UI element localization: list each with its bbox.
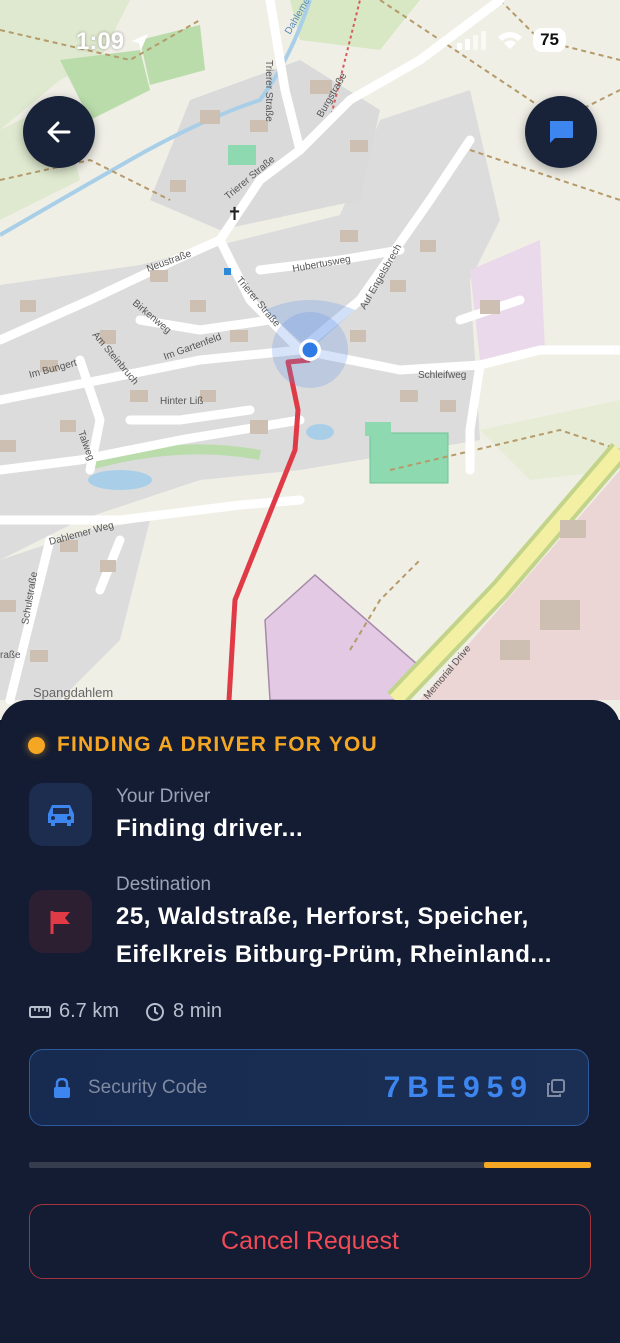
car-icon bbox=[47, 804, 74, 826]
arrow-left-icon bbox=[47, 121, 71, 143]
destination-icon-tile bbox=[29, 890, 92, 953]
security-code-box: Security Code 7BE959 bbox=[29, 1049, 589, 1126]
trip-sheet: FINDING A DRIVER FOR YOU Your Driver Fin… bbox=[0, 700, 620, 1343]
destination-line-2: Eifelkreis Bitburg-Prüm, Rheinland... bbox=[116, 941, 552, 968]
trip-status: FINDING A DRIVER FOR YOU bbox=[28, 733, 378, 757]
street-label: Schleifweg bbox=[418, 370, 466, 381]
current-location-dot bbox=[302, 342, 318, 358]
trip-meta: 6.7 km 8 min bbox=[29, 1000, 222, 1023]
search-progress-fill bbox=[484, 1162, 591, 1168]
chat-button[interactable] bbox=[525, 96, 597, 168]
status-dot bbox=[28, 736, 45, 754]
copy-icon[interactable] bbox=[547, 1079, 565, 1097]
driver-icon-tile bbox=[29, 783, 92, 846]
status-bar: 1:09 75 bbox=[0, 28, 620, 58]
search-progress-bar bbox=[29, 1162, 591, 1168]
battery-indicator: 75 bbox=[533, 28, 566, 52]
back-button[interactable] bbox=[23, 96, 95, 168]
driver-value: Finding driver... bbox=[116, 815, 304, 842]
flag-icon bbox=[50, 910, 70, 934]
church-icon: ✝ bbox=[227, 204, 242, 225]
status-time: 1:09 bbox=[76, 28, 150, 56]
chat-bubble-icon bbox=[550, 121, 573, 143]
street-label: Hinter Liß bbox=[160, 396, 203, 407]
street-label: raße bbox=[0, 650, 21, 661]
location-arrow-icon bbox=[132, 34, 149, 50]
ruler-icon bbox=[29, 1005, 51, 1018]
map-view[interactable]: Trierer Straße Burgstraße Dahlemer Trier… bbox=[0, 0, 620, 720]
cellular-signal-icon bbox=[457, 31, 487, 50]
duration-value: 8 min bbox=[173, 1000, 222, 1022]
poi-icon bbox=[224, 268, 231, 275]
status-icons: 75 bbox=[457, 28, 566, 52]
cancel-request-button[interactable]: Cancel Request bbox=[29, 1204, 591, 1279]
destination-line-1: 25, Waldstraße, Herforst, Speicher, bbox=[116, 903, 529, 930]
driver-label: Your Driver bbox=[116, 786, 211, 807]
distance: 6.7 km bbox=[29, 1000, 119, 1023]
place-label: Spangdahlem bbox=[33, 685, 113, 700]
street-label: Trierer Straße bbox=[263, 60, 274, 122]
clock-time: 1:09 bbox=[76, 28, 125, 55]
clock-icon bbox=[146, 1002, 165, 1021]
map-canvas: Trierer Straße Burgstraße Dahlemer Trier… bbox=[0, 0, 620, 720]
status-text: FINDING A DRIVER FOR YOU bbox=[57, 733, 378, 756]
lock-icon bbox=[54, 1078, 70, 1098]
security-code-label: Security Code bbox=[88, 1077, 208, 1098]
distance-value: 6.7 km bbox=[59, 1000, 120, 1022]
wifi-icon bbox=[498, 32, 523, 49]
security-code-value: 7BE959 bbox=[383, 1071, 534, 1104]
duration: 8 min bbox=[145, 1000, 222, 1023]
destination-label: Destination bbox=[116, 874, 212, 895]
